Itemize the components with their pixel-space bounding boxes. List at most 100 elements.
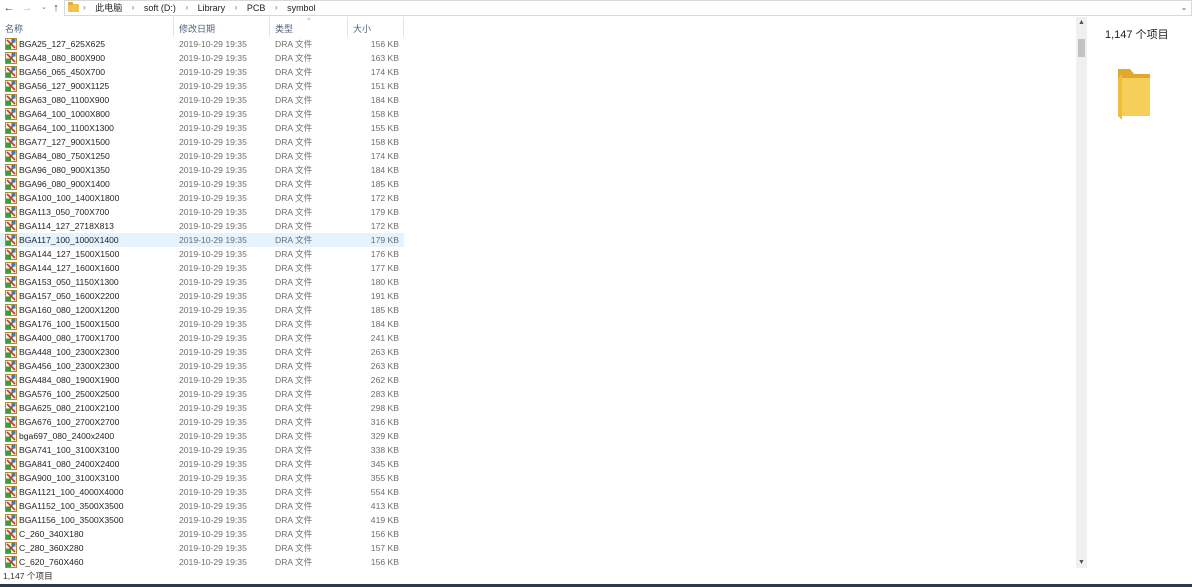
file-row[interactable]: BGA56_065_450X700 2019-10-29 19:35 DRA 文件 1… [0, 65, 404, 79]
file-name: C_620_760X460 [19, 557, 84, 567]
file-row[interactable]: BGA56_127_900X1125 2019-10-29 19:35 DRA 文件… [0, 79, 404, 93]
file-size: 283 KB [370, 389, 399, 399]
breadcrumb-chevron-icon[interactable]: › [275, 1, 278, 15]
file-row[interactable]: BGA113_050_700X700 2019-10-29 19:35 DRA 文件… [0, 205, 404, 219]
file-row[interactable]: BGA64_100_1000X800 2019-10-29 19:35 DRA 文件… [0, 107, 404, 121]
file-row[interactable]: BGA1121_100_4000X4000 2019-10-29 19:35 DRA… [0, 485, 404, 499]
file-row[interactable]: C_620_760X460 2019-10-29 19:35 DRA 文件 156 K… [0, 555, 404, 568]
breadcrumb-library[interactable]: Library [198, 1, 226, 15]
dra-file-icon [5, 430, 17, 442]
file-type: DRA 文件 [275, 389, 313, 399]
file-type: DRA 文件 [275, 95, 313, 105]
file-row[interactable]: BGA96_080_900X1400 2019-10-29 19:35 DRA 文件… [0, 177, 404, 191]
dra-file-icon [5, 150, 17, 162]
breadcrumb-this-pc[interactable]: 此电脑 [95, 1, 122, 15]
breadcrumb-chevron-icon[interactable]: › [132, 1, 135, 15]
file-date-modified: 2019-10-29 19:35 [179, 291, 247, 301]
file-row[interactable]: BGA841_080_2400X2400 2019-10-29 19:35 DRA … [0, 457, 404, 471]
back-arrow-icon[interactable]: ← [2, 1, 16, 15]
file-row[interactable]: BGA63_080_1100X900 2019-10-29 19:35 DRA 文件… [0, 93, 404, 107]
breadcrumb-chevron-icon[interactable]: › [235, 1, 238, 15]
file-row[interactable]: BGA160_080_1200X1200 2019-10-29 19:35 DRA … [0, 303, 404, 317]
dra-file-icon [5, 234, 17, 246]
folder-icon [68, 2, 79, 12]
file-row[interactable]: BGA1152_100_3500X3500 2019-10-29 19:35 DRA… [0, 499, 404, 513]
scroll-down-icon[interactable]: ▼ [1076, 557, 1087, 568]
up-arrow-icon[interactable]: ↑ [49, 1, 63, 15]
file-date-modified: 2019-10-29 19:35 [179, 557, 247, 567]
breadcrumb-symbol[interactable]: symbol [287, 1, 316, 15]
scrollbar-thumb[interactable] [1078, 39, 1085, 57]
file-row[interactable]: BGA400_080_1700X1700 2019-10-29 19:35 DRA … [0, 331, 404, 345]
file-row[interactable]: BGA96_080_900X1350 2019-10-29 19:35 DRA 文件… [0, 163, 404, 177]
file-size: 172 KB [370, 193, 399, 203]
forward-arrow-icon[interactable]: → [20, 1, 34, 15]
breadcrumb-pcb[interactable]: PCB [247, 1, 266, 15]
breadcrumb-drive[interactable]: soft (D:) [144, 1, 176, 15]
file-date-modified: 2019-10-29 19:35 [179, 109, 247, 119]
dra-file-icon [5, 472, 17, 484]
dra-file-icon [5, 318, 17, 330]
file-row[interactable]: BGA64_100_1100X1300 2019-10-29 19:35 DRA 文… [0, 121, 404, 135]
dra-file-icon [5, 136, 17, 148]
file-row[interactable]: BGA456_100_2300X2300 2019-10-29 19:35 DRA … [0, 359, 404, 373]
file-size: 184 KB [370, 95, 399, 105]
file-row[interactable]: C_260_340X180 2019-10-29 19:35 DRA 文件 156 K… [0, 527, 404, 541]
file-size: 419 KB [370, 515, 399, 525]
file-row[interactable]: BGA576_100_2500X2500 2019-10-29 19:35 DRA … [0, 387, 404, 401]
file-row[interactable]: BGA114_127_2718X813 2019-10-29 19:35 DRA 文… [0, 219, 404, 233]
file-name: BGA144_127_1500X1500 [19, 249, 120, 259]
column-size[interactable]: 大小 [348, 17, 404, 37]
file-date-modified: 2019-10-29 19:35 [179, 375, 247, 385]
file-row[interactable]: BGA900_100_3100X3100 2019-10-29 19:35 DRA … [0, 471, 404, 485]
scroll-up-icon[interactable]: ▲ [1076, 17, 1087, 28]
file-row[interactable]: BGA117_100_1000X1400 2019-10-29 19:35 DRA … [0, 233, 404, 247]
dra-file-icon [5, 220, 17, 232]
file-type: DRA 文件 [275, 361, 313, 371]
file-type: DRA 文件 [275, 515, 313, 525]
file-size: 184 KB [370, 319, 399, 329]
file-size: 298 KB [370, 403, 399, 413]
file-row[interactable]: bga697_080_2400x2400 2019-10-29 19:35 DRA … [0, 429, 404, 443]
file-name: BGA144_127_1600X1600 [19, 263, 120, 273]
file-name: BGA176_100_1500X1500 [19, 319, 120, 329]
file-row[interactable]: BGA144_127_1600X1600 2019-10-29 19:35 DRA … [0, 261, 404, 275]
file-row[interactable]: BGA48_080_800X900 2019-10-29 19:35 DRA 文件 1… [0, 51, 404, 65]
file-type: DRA 文件 [275, 179, 313, 189]
file-type: DRA 文件 [275, 459, 313, 469]
file-row[interactable]: BGA1156_100_3500X3500 2019-10-29 19:35 DRA… [0, 513, 404, 527]
file-name: BGA1156_100_3500X3500 [19, 515, 124, 525]
file-row[interactable]: BGA676_100_2700X2700 2019-10-29 19:35 DRA … [0, 415, 404, 429]
dra-file-icon [5, 514, 17, 526]
file-type: DRA 文件 [275, 81, 313, 91]
file-row[interactable]: BGA448_100_2300X2300 2019-10-29 19:35 DRA … [0, 345, 404, 359]
file-row[interactable]: BGA77_127_900X1500 2019-10-29 19:35 DRA 文件… [0, 135, 404, 149]
file-row[interactable]: BGA144_127_1500X1500 2019-10-29 19:35 DRA … [0, 247, 404, 261]
file-date-modified: 2019-10-29 19:35 [179, 249, 247, 259]
file-date-modified: 2019-10-29 19:35 [179, 95, 247, 105]
file-size: 329 KB [370, 431, 399, 441]
file-name: BGA900_100_3100X3100 [19, 473, 120, 483]
dra-file-icon [5, 80, 17, 92]
file-row[interactable]: BGA741_100_3100X3100 2019-10-29 19:35 DRA … [0, 443, 404, 457]
column-date-modified[interactable]: 修改日期 [174, 17, 270, 37]
file-row[interactable]: BGA157_050_1600X2200 2019-10-29 19:35 DRA … [0, 289, 404, 303]
file-name: BGA676_100_2700X2700 [19, 417, 120, 427]
breadcrumb-chevron-icon[interactable]: › [83, 1, 86, 15]
file-row[interactable]: BGA484_080_1900X1900 2019-10-29 19:35 DRA … [0, 373, 404, 387]
file-row[interactable]: BGA153_050_1150X1300 2019-10-29 19:35 DRA … [0, 275, 404, 289]
file-date-modified: 2019-10-29 19:35 [179, 137, 247, 147]
address-box[interactable]: › 此电脑 › soft (D:) › Library › PCB › symb… [64, 0, 1192, 16]
file-row[interactable]: BGA625_080_2100X2100 2019-10-29 19:35 DRA … [0, 401, 404, 415]
file-row[interactable]: BGA100_100_1400X1800 2019-10-29 19:35 DRA … [0, 191, 404, 205]
file-row[interactable]: C_280_360X280 2019-10-29 19:35 DRA 文件 157 K… [0, 541, 404, 555]
column-name[interactable]: 名称 [0, 17, 174, 37]
breadcrumb-chevron-icon[interactable]: › [185, 1, 188, 15]
file-row[interactable]: BGA25_127_625X625 2019-10-29 19:35 DRA 文件 1… [0, 37, 404, 51]
file-row[interactable]: BGA176_100_1500X1500 2019-10-29 19:35 DRA … [0, 317, 404, 331]
vertical-scrollbar[interactable]: ▲ ▼ [1076, 17, 1087, 568]
address-dropdown-icon[interactable]: ⌄ [1177, 1, 1191, 15]
file-row[interactable]: BGA84_080_750X1250 2019-10-29 19:35 DRA 文件… [0, 149, 404, 163]
file-size: 262 KB [370, 375, 399, 385]
dra-file-icon [5, 388, 17, 400]
